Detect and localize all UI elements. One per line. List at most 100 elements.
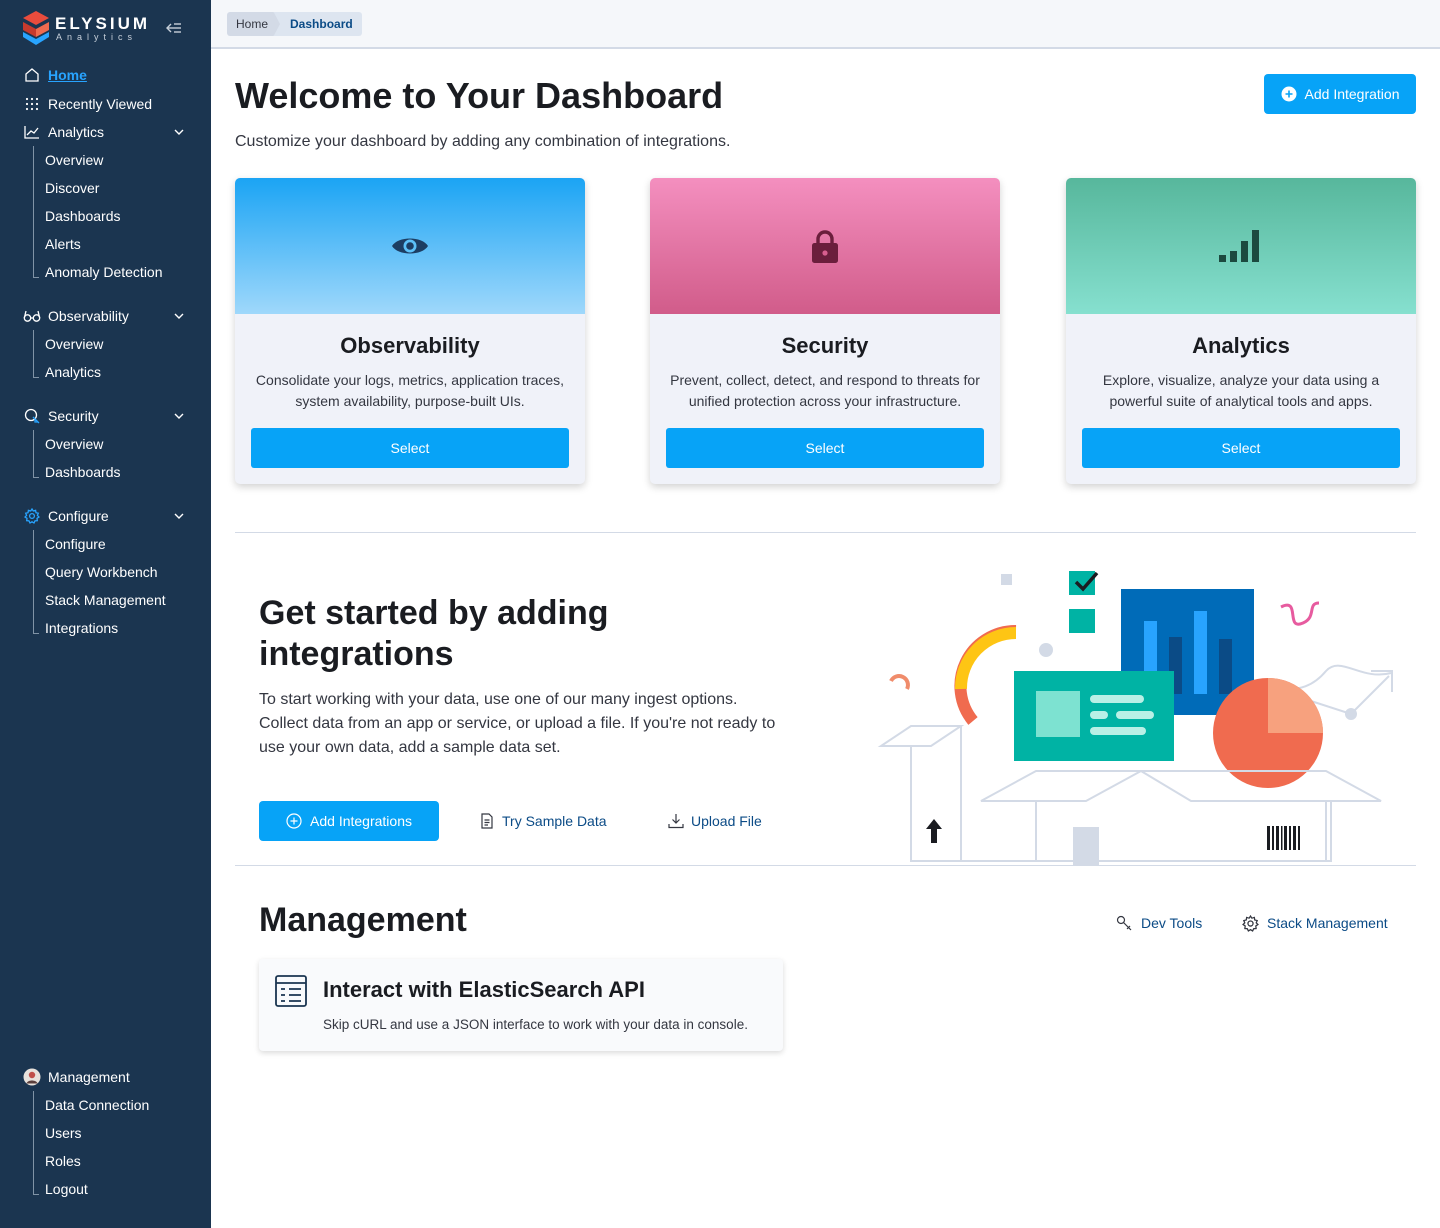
tree-line — [33, 530, 34, 633]
gear-icon — [22, 507, 42, 525]
breadcrumb: Home Dashboard — [227, 12, 362, 36]
nav-analytics-overview[interactable]: Overview — [45, 150, 103, 170]
chevron-down-icon[interactable] — [172, 125, 186, 139]
chevron-down-icon[interactable] — [172, 309, 186, 323]
tree-line — [33, 330, 34, 377]
section-divider — [235, 532, 1416, 533]
stack-management-label: Stack Management — [1267, 915, 1388, 931]
nav-configure-configure[interactable]: Configure — [45, 534, 106, 554]
breadcrumb-home[interactable]: Home — [227, 12, 281, 36]
card-analytics-header — [1066, 178, 1416, 314]
get-started-title: Get started by adding integrations — [259, 594, 609, 673]
nav-management-label: Management — [48, 1069, 130, 1085]
nav-management-data-connection[interactable]: Data Connection — [45, 1095, 149, 1115]
card-observability: Observability Consolidate your logs, met… — [235, 178, 585, 484]
tree-line — [33, 146, 34, 277]
wrench-icon — [1116, 915, 1132, 930]
card-security-select-button[interactable]: Select — [666, 428, 984, 468]
nav-management[interactable]: Management — [22, 1066, 192, 1088]
add-integration-button[interactable]: Add Integration — [1264, 74, 1416, 114]
signal-bars-icon — [1219, 230, 1259, 262]
nav-security-label: Security — [48, 408, 99, 424]
card-security-header — [650, 178, 1000, 314]
tree-line-end — [33, 277, 39, 278]
tree-line-end — [33, 477, 39, 478]
tree-line — [33, 430, 34, 477]
nav-analytics-dashboards[interactable]: Dashboards — [45, 206, 121, 226]
add-integrations-button[interactable]: Add Integrations — [259, 801, 439, 841]
home-icon — [22, 66, 42, 84]
chevron-down-icon[interactable] — [172, 409, 186, 423]
elysium-logo-icon — [23, 11, 49, 45]
section-divider — [235, 865, 1416, 866]
tree-line — [33, 1091, 34, 1194]
try-sample-data-label: Try Sample Data — [502, 813, 607, 829]
nav-observability-analytics[interactable]: Analytics — [45, 362, 101, 382]
card-observability-select-button[interactable]: Select — [251, 428, 569, 468]
dev-tools-link[interactable]: Dev Tools — [1116, 913, 1202, 933]
card-observability-description: Consolidate your logs, metrics, applicat… — [255, 372, 565, 409]
grid-dots-icon — [22, 95, 42, 113]
nav-configure-label: Configure — [48, 508, 109, 524]
nav-configure-stack-management[interactable]: Stack Management — [45, 590, 166, 610]
security-shield-icon — [22, 407, 42, 425]
nav-home-label: Home — [48, 67, 87, 83]
nav-observability[interactable]: Observability — [22, 305, 192, 327]
nav-observability-overview[interactable]: Overview — [45, 334, 103, 354]
brand-name: ELYSIUM — [55, 14, 151, 33]
try-sample-data-link[interactable]: Try Sample Data — [479, 811, 607, 831]
nav-observability-label: Observability — [48, 308, 129, 324]
nav-configure[interactable]: Configure — [22, 505, 192, 527]
api-console-card[interactable]: Interact with ElasticSearch API Skip cUR… — [259, 959, 783, 1051]
nav-security-dashboards[interactable]: Dashboards — [45, 462, 121, 482]
nav-analytics-alerts[interactable]: Alerts — [45, 234, 81, 254]
nav-recently-viewed[interactable]: Recently Viewed — [22, 93, 192, 115]
nav-security[interactable]: Security — [22, 405, 192, 427]
card-analytics-select-button[interactable]: Select — [1082, 428, 1400, 468]
chevron-down-icon[interactable] — [172, 509, 186, 523]
upload-file-link[interactable]: Upload File — [668, 811, 762, 831]
plus-circle-icon — [1281, 86, 1297, 102]
nav-security-overview[interactable]: Overview — [45, 434, 103, 454]
add-integrations-label: Add Integrations — [310, 813, 412, 829]
nav-analytics-discover[interactable]: Discover — [45, 178, 99, 198]
card-analytics-description: Explore, visualize, analyze your data us… — [1102, 372, 1380, 409]
lock-icon — [812, 230, 838, 263]
nav-analytics[interactable]: Analytics — [22, 121, 192, 143]
brand-subtitle: Analytics — [56, 32, 138, 42]
eye-icon — [392, 238, 428, 254]
nav-configure-query-workbench[interactable]: Query Workbench — [45, 562, 158, 582]
collapse-sidebar-icon[interactable] — [165, 19, 183, 37]
gear-icon — [1242, 914, 1259, 932]
api-card-title: Interact with ElasticSearch API — [323, 977, 645, 1002]
avatar — [22, 1068, 42, 1086]
page-subtitle: Customize your dashboard by adding any c… — [235, 133, 731, 150]
console-list-icon — [275, 975, 307, 1007]
nav-home[interactable]: Home — [22, 64, 192, 86]
tree-line-end — [33, 377, 39, 378]
download-icon — [668, 814, 684, 829]
card-observability-title: Observability — [340, 333, 480, 358]
card-security: Security Prevent, collect, detect, and r… — [650, 178, 1000, 484]
page-title: Welcome to Your Dashboard — [235, 75, 724, 116]
card-analytics-title: Analytics — [1192, 333, 1290, 358]
nav-management-logout[interactable]: Logout — [45, 1179, 88, 1199]
stack-management-link[interactable]: Stack Management — [1242, 913, 1388, 933]
nav-analytics-anomaly-detection[interactable]: Anomaly Detection — [45, 262, 163, 282]
nav-recently-viewed-label: Recently Viewed — [48, 96, 153, 112]
top-bar: Home Dashboard — [211, 0, 1440, 49]
integrations-illustration — [877, 571, 1393, 865]
nav-configure-integrations[interactable]: Integrations — [45, 618, 118, 638]
card-analytics: Analytics Explore, visualize, analyze yo… — [1066, 178, 1416, 484]
add-integration-label: Add Integration — [1304, 86, 1400, 102]
get-started-description: To start working with your data, use one… — [259, 691, 776, 756]
plus-circle-icon — [286, 813, 302, 829]
management-title: Management — [259, 901, 467, 939]
api-card-description: Skip cURL and use a JSON interface to wo… — [323, 1017, 748, 1032]
nav-analytics-label: Analytics — [48, 124, 105, 140]
card-security-description: Prevent, collect, detect, and respond to… — [670, 372, 980, 409]
nav-management-roles[interactable]: Roles — [45, 1151, 81, 1171]
nav-management-users[interactable]: Users — [45, 1123, 82, 1143]
breadcrumb-current[interactable]: Dashboard — [274, 12, 362, 36]
tree-line-end — [33, 1194, 39, 1195]
